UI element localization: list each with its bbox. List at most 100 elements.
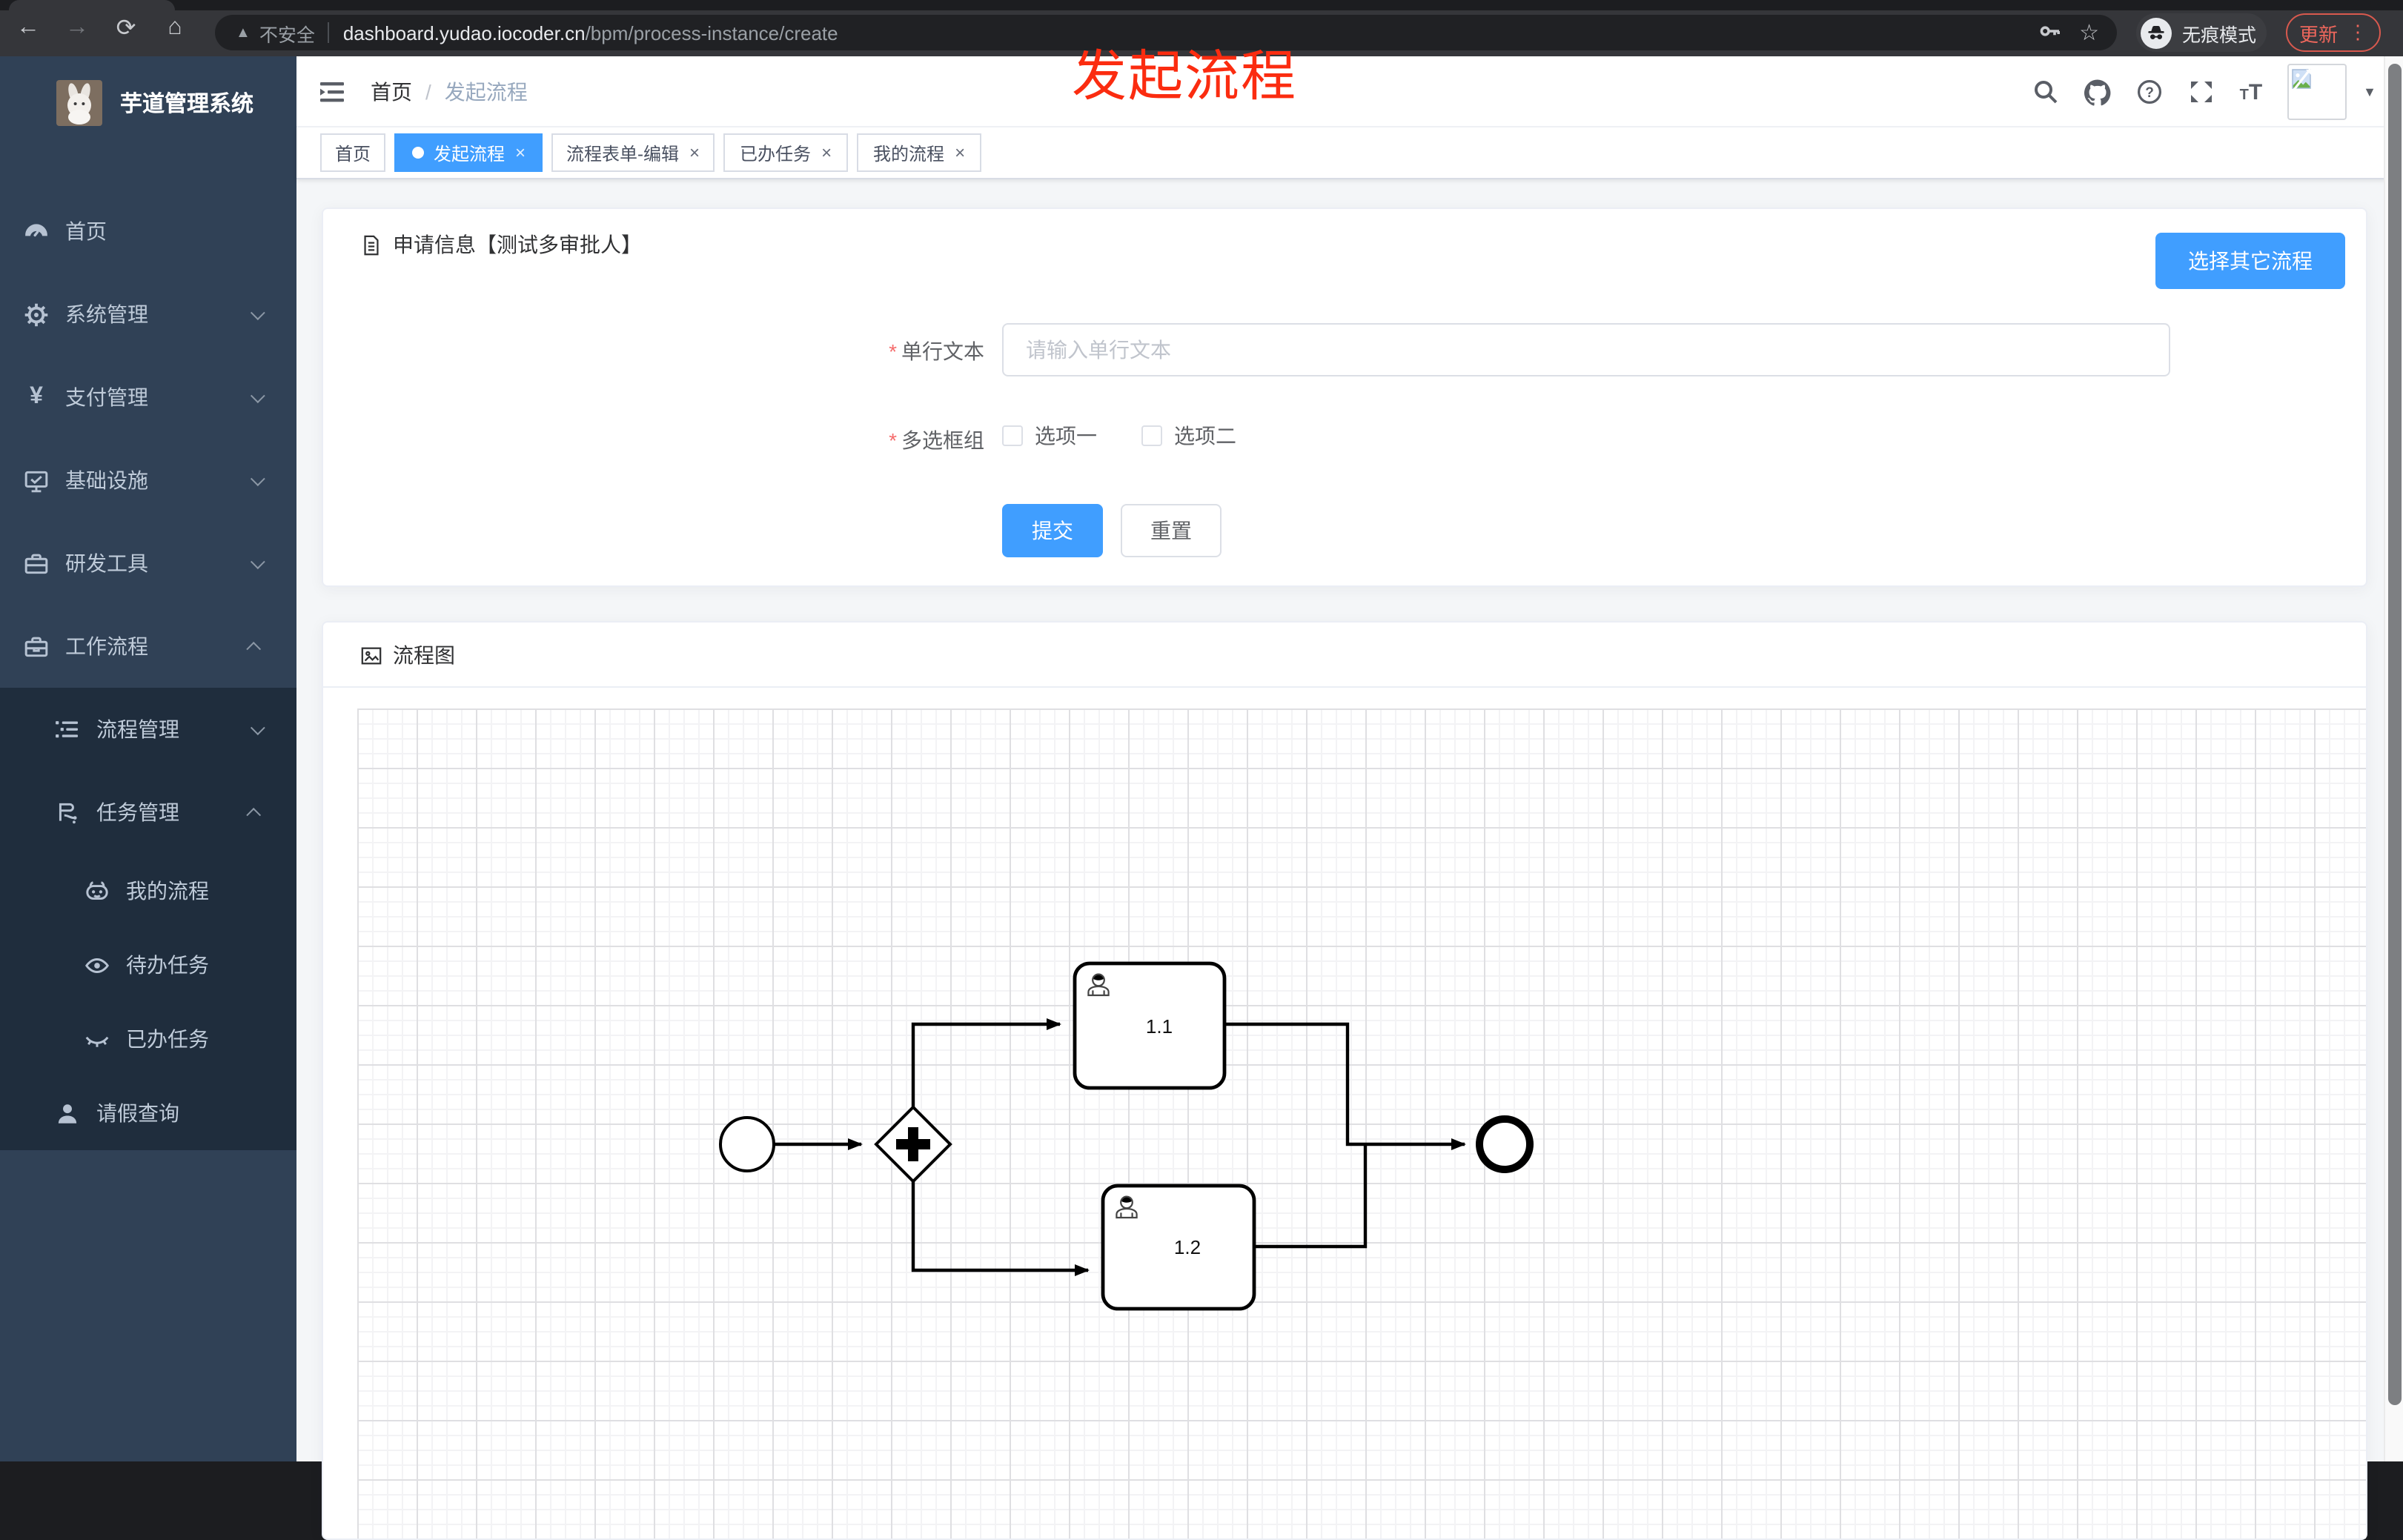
branch-icon — [55, 800, 80, 825]
bpmn-canvas[interactable]: 1.1 1.2 — [357, 708, 2366, 1539]
avatar[interactable] — [2287, 64, 2347, 120]
incognito-label: 无痕模式 — [2182, 24, 2257, 45]
reset-button[interactable]: 重置 — [1121, 504, 1222, 557]
checkbox-option-2[interactable] — [1141, 425, 1162, 446]
flow-gateway-to-task12 — [911, 1181, 1090, 1276]
scrollbar-track[interactable] — [2384, 56, 2403, 1461]
password-key-icon[interactable] — [2038, 19, 2061, 47]
tab-label: 首页 — [335, 143, 371, 164]
tab-done-tasks[interactable]: 已办任务 × — [723, 133, 849, 172]
robot-icon — [84, 878, 110, 903]
header-actions: ? TT ▼ — [2032, 56, 2376, 127]
tab-label: 流程表单-编辑 — [566, 143, 680, 164]
checkbox-label[interactable]: 选项二 — [1174, 421, 1236, 451]
sidebar-item-process-management[interactable]: 流程管理 — [0, 688, 296, 771]
sidebar-item-task-management[interactable]: 任务管理 — [0, 771, 296, 854]
sidebar-collapse-icon[interactable] — [317, 77, 347, 107]
breadcrumb-home[interactable]: 首页 — [371, 77, 412, 107]
tree-list-icon — [55, 717, 80, 742]
tab-label: 发起流程 — [434, 143, 506, 164]
user-icon — [55, 1101, 80, 1126]
user-task-1-1[interactable]: 1.1 — [1073, 961, 1227, 1090]
sidebar-item-infrastructure[interactable]: 基础设施 — [0, 439, 296, 522]
browser-menu-icon[interactable]: ⋮ — [2348, 21, 2367, 44]
tags-view-bar: 首页 发起流程 × 流程表单-编辑 × 已办任务 × 我的流程 × — [296, 127, 2403, 179]
chevron-down-icon — [250, 471, 265, 486]
card-title: 申请信息【测试多审批人】 — [360, 230, 642, 259]
page-title-annotation: 发起流程 — [1072, 46, 1297, 107]
github-icon[interactable] — [2084, 79, 2111, 105]
logo-rabbit-avatar — [56, 79, 102, 125]
broken-image-icon — [2292, 68, 2316, 90]
sidebar-menu: 首页 系统管理 ¥ 支付管理 基础设施 研发工具 工作流程 流程管理 任务管理 … — [0, 190, 296, 1150]
url-bar[interactable]: ▲ 不安全 dashboard.yudao.iocoder.cn /bpm/pr… — [215, 15, 2117, 50]
close-icon[interactable]: × — [955, 144, 965, 162]
sidebar-item-payment[interactable]: ¥ 支付管理 — [0, 356, 296, 439]
help-icon[interactable]: ? — [2136, 79, 2163, 105]
update-button[interactable]: 更新 ⋮ — [2286, 13, 2381, 52]
back-icon[interactable]: ← — [12, 12, 44, 44]
application-info-card: 申请信息【测试多审批人】 选择其它流程 *单行文本 *多选框组 选项一 选项二 … — [322, 208, 2367, 587]
card-title: 流程图 — [360, 640, 455, 670]
search-icon[interactable] — [2032, 79, 2059, 105]
sidebar-item-label: 待办任务 — [126, 953, 209, 977]
sidebar-item-label: 任务管理 — [96, 800, 179, 824]
field-label-checkbox-group: * 多选框组 — [889, 428, 984, 452]
scrollbar-thumb[interactable] — [2387, 64, 2401, 1405]
start-event[interactable] — [719, 1116, 775, 1172]
checkbox-label[interactable]: 选项一 — [1035, 421, 1097, 451]
sidebar-item-my-processes[interactable]: 我的流程 — [0, 854, 296, 928]
font-size-icon[interactable]: TT — [2240, 81, 2263, 103]
avatar-caret-down-icon[interactable]: ▼ — [2363, 84, 2376, 99]
home-icon[interactable]: ⌂ — [159, 12, 191, 44]
incognito-icon — [2141, 17, 2172, 48]
eye-open-icon — [84, 952, 110, 978]
eye-closed-icon — [84, 1026, 110, 1052]
toolbox-icon — [24, 551, 49, 576]
task-label: 1.1 — [1146, 1015, 1173, 1038]
forward-icon[interactable]: → — [61, 12, 93, 44]
user-task-1-2[interactable]: 1.2 — [1101, 1184, 1256, 1311]
close-icon[interactable]: × — [821, 144, 832, 162]
browser-active-tab[interactable] — [9, 0, 175, 10]
sidebar-item-workflow[interactable]: 工作流程 — [0, 605, 296, 688]
sidebar-item-dev-tools[interactable]: 研发工具 — [0, 522, 296, 605]
sidebar-item-todo-tasks[interactable]: 待办任务 — [0, 928, 296, 1002]
briefcase-icon — [24, 634, 49, 659]
close-icon[interactable]: × — [689, 144, 700, 162]
tab-form-edit[interactable]: 流程表单-编辑 × — [551, 133, 715, 172]
bookmark-star-icon[interactable]: ☆ — [2079, 21, 2099, 44]
tab-my-processes[interactable]: 我的流程 × — [857, 133, 982, 172]
close-icon[interactable]: × — [515, 144, 526, 162]
chevron-up-icon — [246, 640, 262, 656]
incognito-badge: 无痕模式 — [2136, 13, 2267, 52]
sidebar-item-home[interactable]: 首页 — [0, 190, 296, 273]
flow-gateway-to-task11 — [911, 1018, 1061, 1107]
task-label: 1.2 — [1174, 1236, 1201, 1258]
sidebar-item-label: 请假查询 — [96, 1101, 179, 1125]
screen: ← → ⟳ ⌂ ▲ 不安全 dashboard.yudao.iocoder.cn… — [0, 0, 2403, 1540]
sidebar-logo[interactable]: 芋道管理系统 — [0, 56, 296, 148]
sidebar-item-leave-query[interactable]: 请假查询 — [0, 1076, 296, 1150]
sidebar-item-label: 流程管理 — [96, 717, 179, 741]
url-host: dashboard.yudao.iocoder.cn — [342, 21, 586, 44]
sidebar-item-done-tasks[interactable]: 已办任务 — [0, 1002, 296, 1076]
monitor-icon — [24, 468, 49, 493]
fullscreen-icon[interactable] — [2188, 79, 2215, 105]
sidebar-item-label: 系统管理 — [65, 302, 148, 326]
tab-start-process[interactable]: 发起流程 × — [394, 133, 543, 172]
submit-button[interactable]: 提交 — [1002, 504, 1103, 557]
select-other-process-button[interactable]: 选择其它流程 — [2155, 233, 2345, 289]
checkbox-option-1[interactable] — [1002, 425, 1023, 446]
flow-diagram-card: 流程图 1.1 1.2 — [322, 621, 2367, 1540]
reload-icon[interactable]: ⟳ — [110, 12, 142, 44]
url-path: /bpm/process-instance/create — [585, 21, 838, 44]
required-mark: * — [889, 339, 897, 363]
update-label: 更新 — [2298, 23, 2338, 45]
end-event[interactable] — [1476, 1115, 1534, 1173]
tab-label: 我的流程 — [873, 143, 945, 164]
sidebar-item-system[interactable]: 系统管理 — [0, 273, 296, 356]
flow-task11-to-end — [1224, 1022, 1466, 1150]
single-line-text-input[interactable] — [1002, 323, 2170, 376]
tab-home[interactable]: 首页 — [320, 133, 386, 172]
